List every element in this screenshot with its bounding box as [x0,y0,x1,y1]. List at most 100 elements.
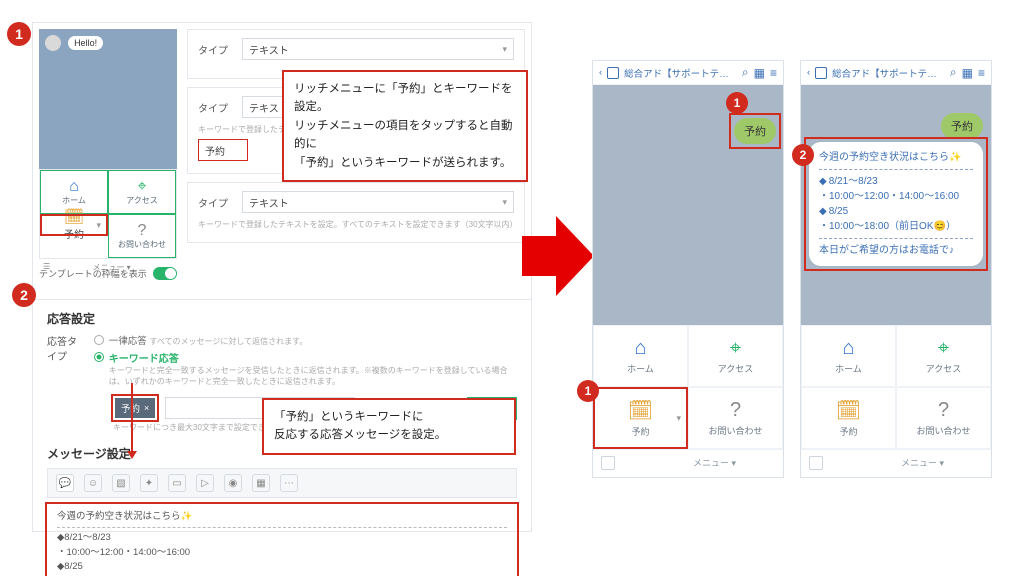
tool-more[interactable]: ⋯ [280,474,298,492]
menu-label: ホーム [835,362,862,375]
calendar-header-icon[interactable]: ▦ [754,66,765,80]
msg-line: ◆8/25 [57,560,507,574]
msg-line: ・10:00〜12:00・14:00〜16:00 [57,546,507,560]
close-icon[interactable]: × [144,403,149,413]
tool-grid[interactable]: ▦ [252,474,270,492]
footer-menu-label[interactable]: メニュー ▾ [901,456,944,469]
radio-icon [94,335,104,345]
menu-icon[interactable]: ≡ [770,66,777,80]
footer-menu-label[interactable]: メニュー ▾ [693,456,736,469]
menu-access[interactable]: ⌖アクセス [688,325,783,387]
flow-arrow-icon [522,236,556,276]
callout-1: リッチメニューに「予約」とキーワードを設定。 リッチメニューの項目をタップすると… [282,70,528,182]
menu-home[interactable]: ⌂ ホーム [801,325,896,387]
tool-gift[interactable]: ✦ [140,474,158,492]
menu-reserve[interactable]: 🗓予約 [593,387,688,449]
phone1-badge-reserve: 1 [577,380,599,402]
bot-line: 8/25 [819,204,973,219]
bot-reply-bubble: 今週の予約空き状況はこちら✨ 8/21〜8/23 ・10:00〜12:00・14… [809,142,983,266]
menu-label: ホーム [627,362,654,375]
menu-label: 予約 [839,425,857,438]
search-icon[interactable]: ⌕ [950,65,957,80]
tool-text[interactable]: 💬 [56,474,74,492]
chat-title: 総合アド【サポートテスト用... [624,66,737,80]
toggle-switch[interactable] [153,267,177,280]
phone2-badge-2: 2 [792,144,814,166]
callout-line: 反応する応答メッセージを設定。 [274,426,504,444]
home-icon: ⌂ [634,337,646,360]
shield-icon [607,67,619,79]
user-bubble-highlight: 予約 [731,115,779,147]
tool-card[interactable]: ▭ [168,474,186,492]
question-icon: ? [938,399,949,422]
chat-title: 総合アド【サポートテスト用... [832,66,945,80]
question-icon: ? [730,399,741,422]
bot-line: 本日がご希望の方はお電話で♪ [819,243,973,258]
phone-preview-2: ‹ 総合アド【サポートテスト用... ⌕ ▦ ≡ 予約 今週の予約空き状況はこち… [800,60,992,478]
pin-icon: ⌖ [730,337,741,360]
calendar-icon: 🗓 [836,398,861,423]
template-width-toggle-row: テンプレートの枠幅を表示 [39,267,177,280]
keyword-tag-highlight: 予約 × [113,396,157,420]
keyboard-icon[interactable] [601,456,615,470]
hello-bubble: Hello! [68,36,103,50]
menu-icon[interactable]: ≡ [978,66,985,80]
menu-label: アクセス [926,362,962,375]
calendar-icon: 🗓 [64,210,84,226]
cell-label: お問い合わせ [118,239,166,250]
avatar [45,35,61,51]
back-icon[interactable]: ‹ [807,67,810,78]
phone-header: ‹ 総合アド【サポートテスト用... ⌕ ▦ ≡ [593,61,783,85]
keyboard-icon[interactable] [809,456,823,470]
type-label: タイプ [198,100,232,115]
search-icon[interactable]: ⌕ [742,65,749,80]
type-label: タイプ [198,195,232,210]
cell-access[interactable]: ⌖アクセス [108,170,176,214]
cell-label: ホーム [62,195,86,206]
tool-image[interactable]: ▧ [112,474,130,492]
type-select[interactable]: テキスト [242,191,514,213]
divider [819,238,973,239]
menu-contact[interactable]: ?お問い合わせ [896,387,991,449]
type-select[interactable]: テキスト [242,38,514,60]
menu-home[interactable]: ⌂ ホーム [593,325,688,387]
user-msg: 予約 [744,126,766,138]
msg-line: 今週の予約空き状況はこちら✨ [57,510,507,524]
radio-desc: キーワードと完全一致するメッセージを受信したときに返信されます。※複数のキーワー… [109,366,508,386]
message-body-preview[interactable]: 今週の予約空き状況はこちら✨ ◆8/21〜8/23 ・10:00〜12:00・1… [47,504,517,576]
home-icon: ⌂ [842,337,854,360]
radio-keyword[interactable]: キーワード応答キーワードと完全一致するメッセージを受信したときに返信されます。※… [94,350,517,387]
richmenu-preview: Hello! ⌂ホーム ⌖アクセス 🗓予約 ?お問い合わせ ☰ メニュー ▾ [39,29,177,276]
tool-play[interactable]: ▷ [196,474,214,492]
cell-label: アクセス [126,195,158,206]
menu-reserve[interactable]: 🗓 予約 [801,387,896,449]
bot-line: 8/21〜8/23 [819,174,973,189]
response-heading: 応答設定 [47,310,517,327]
user-bubble: 予約 [941,113,983,139]
callout-line: 「予約」というキーワードに [274,408,504,426]
step-badge-1: 1 [7,22,31,46]
bot-line: ・10:00〜12:00・14:00〜16:00 [819,189,973,204]
chat-area: 予約 [593,85,783,325]
menu-contact[interactable]: ?お問い合わせ [688,387,783,449]
cell-home[interactable]: ⌂ホーム [40,170,108,214]
menu-access[interactable]: ⌖ アクセス [896,325,991,387]
back-icon[interactable]: ‹ [599,67,602,78]
type-value: テキスト [249,195,289,210]
tool-smile[interactable]: ☺ [84,474,102,492]
pin-icon: ⌖ [938,337,949,360]
divider [57,527,507,528]
message-toolbar: 💬 ☺ ▧ ✦ ▭ ▷ ◉ ▦ ⋯ [47,468,517,498]
phone-footer: メニュー ▾ [801,449,991,475]
tool-mic[interactable]: ◉ [224,474,242,492]
divider [819,169,973,170]
cell-contact[interactable]: ?お問い合わせ [108,214,176,258]
radio-uniform[interactable]: 一律応答 すべてのメッセージに対して返信されます。 [94,333,517,347]
phone-richmenu: ⌂ ホーム ⌖アクセス 🗓予約 ?お問い合わせ [593,325,783,449]
phone1-badge-1: 1 [726,92,748,114]
keyword-tag[interactable]: 予約 × [115,398,155,418]
keyword-input[interactable]: 予約 [198,139,248,161]
calendar-header-icon[interactable]: ▦ [962,66,973,80]
phone-richmenu: ⌂ ホーム ⌖ アクセス 🗓 予約 ?お問い合わせ [801,325,991,449]
cell-reserve[interactable]: 🗓予約 [40,214,108,236]
